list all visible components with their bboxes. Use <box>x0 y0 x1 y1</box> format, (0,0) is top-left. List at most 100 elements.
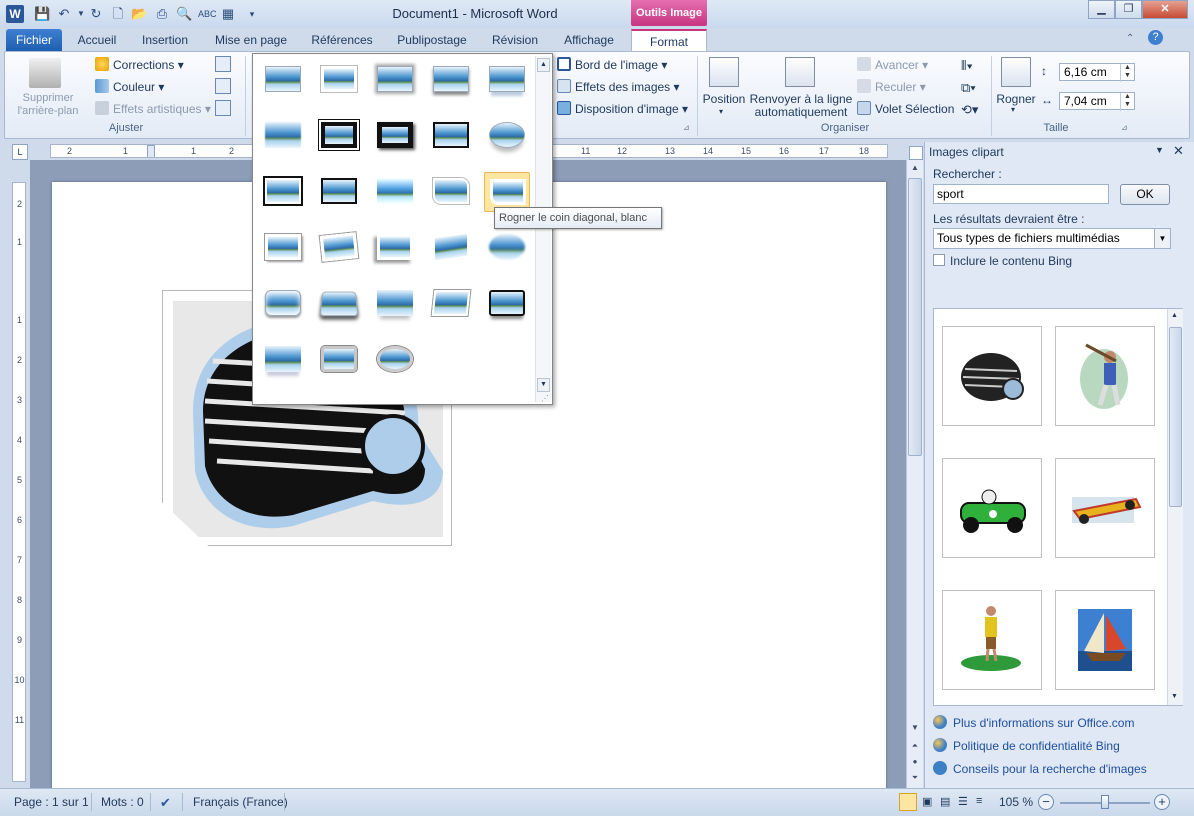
picture-effects-button[interactable]: Effets des images ▾ <box>557 79 680 94</box>
page-count[interactable]: Page : 1 sur 1 <box>14 795 89 809</box>
resize-grip-icon[interactable]: ⋰ <box>541 394 549 403</box>
send-backward-button[interactable]: Reculer ▾ <box>857 79 926 94</box>
close-button[interactable]: ✕ <box>1142 0 1188 19</box>
gallery-style-item[interactable] <box>428 284 474 324</box>
print-layout-icon[interactable] <box>899 793 917 811</box>
dialog-launcher-icon[interactable]: ⊿ <box>683 123 690 132</box>
gallery-style-item[interactable] <box>372 172 418 212</box>
bring-forward-button[interactable]: Avancer ▾ <box>857 57 928 72</box>
full-screen-reading-icon[interactable]: ▣ <box>922 795 932 808</box>
help-icon[interactable]: ? <box>1148 30 1163 45</box>
gallery-style-item[interactable] <box>484 284 530 324</box>
clipart-item-baseball-player[interactable] <box>1055 326 1155 426</box>
position-button[interactable]: Position <box>701 92 747 106</box>
web-layout-icon[interactable]: ▤ <box>940 795 950 808</box>
tab-mise-en-page[interactable]: Mise en page <box>206 29 296 51</box>
gallery-style-item[interactable] <box>260 284 306 324</box>
ok-button[interactable]: OK <box>1120 184 1170 205</box>
search-tips-link[interactable]: Conseils pour la recherche d'images <box>933 761 1147 776</box>
spelling-icon[interactable]: ABC <box>198 6 217 22</box>
save-icon[interactable]: 💾 <box>34 6 50 22</box>
clipart-scrollbar[interactable]: ▲ ▼ <box>1167 309 1183 705</box>
clipart-item-race-car-green[interactable] <box>942 458 1042 558</box>
gallery-style-item[interactable] <box>484 116 530 156</box>
minimize-button[interactable]: ▁ <box>1088 0 1115 19</box>
bing-privacy-link[interactable]: Politique de confidentialité Bing <box>933 738 1120 753</box>
align-icon[interactable]: ⫴▾ <box>961 58 973 74</box>
maximize-button[interactable]: ❐ <box>1115 0 1142 19</box>
scroll-thumb[interactable] <box>1169 327 1182 507</box>
tab-accueil[interactable]: Accueil <box>68 29 126 51</box>
gallery-style-item[interactable] <box>260 60 306 100</box>
chevron-down-icon[interactable]: ▼ <box>1154 229 1170 248</box>
gallery-style-item[interactable] <box>372 60 418 100</box>
gallery-scrollbar[interactable]: ▲ ▼ <box>535 56 551 402</box>
dialog-launcher-icon[interactable]: ⊿ <box>1121 123 1128 132</box>
vertical-scrollbar[interactable]: ▲ ▼ ⏶ ● ⏷ <box>906 160 923 788</box>
pane-close-icon[interactable]: ✕ <box>1173 143 1184 159</box>
scroll-up-icon[interactable]: ▲ <box>907 160 923 176</box>
new-document-icon[interactable]: 🗋 <box>110 6 126 22</box>
scroll-thumb[interactable] <box>908 178 922 456</box>
minimize-ribbon-icon[interactable]: ⌃ <box>1126 33 1140 45</box>
undo-dropdown-icon[interactable]: ▼ <box>73 6 89 22</box>
scroll-up-icon[interactable]: ▲ <box>537 58 550 72</box>
gallery-style-item[interactable] <box>316 284 362 324</box>
zoom-slider-thumb[interactable] <box>1101 795 1109 809</box>
remove-background-button[interactable]: Supprimer l'arrière-plan <box>13 92 83 118</box>
tab-references[interactable]: Références <box>304 29 380 51</box>
gallery-style-item[interactable] <box>428 228 474 268</box>
gallery-style-item[interactable] <box>428 116 474 156</box>
undo-icon[interactable]: ↶ <box>56 6 72 22</box>
picture-border-button[interactable]: Bord de l'image ▾ <box>557 57 667 72</box>
gallery-style-item[interactable] <box>484 228 530 268</box>
clipart-item-football-helmet[interactable] <box>942 326 1042 426</box>
print-preview-icon[interactable]: 🔍 <box>176 6 192 22</box>
artistic-effects-button[interactable]: Effets artistiques ▾ <box>95 101 211 116</box>
office-info-link[interactable]: Plus d'informations sur Office.com <box>933 715 1134 730</box>
previous-page-icon[interactable]: ⏶ <box>907 738 923 754</box>
gallery-style-item[interactable] <box>372 340 418 380</box>
gallery-style-item[interactable] <box>316 228 362 268</box>
spin-arrows-icon[interactable]: ▲ ▼ <box>1120 64 1134 82</box>
crop-button[interactable]: Rogner <box>995 92 1037 106</box>
gallery-style-item[interactable] <box>372 284 418 324</box>
gallery-style-item[interactable] <box>260 172 306 212</box>
include-bing-checkbox[interactable] <box>933 254 945 266</box>
gallery-style-item[interactable] <box>316 340 362 380</box>
tab-format[interactable]: Format <box>631 29 707 52</box>
height-spinner[interactable]: 6,16 cm ▲ ▼ <box>1059 63 1135 82</box>
wrap-text-button-line1[interactable]: Renvoyer à la ligne <box>749 92 853 106</box>
gallery-style-item[interactable] <box>372 228 418 268</box>
browse-object-icon[interactable]: ● <box>907 754 923 770</box>
gallery-style-item[interactable] <box>260 340 306 380</box>
reset-picture-icon[interactable] <box>215 100 231 116</box>
zoom-out-icon[interactable]: − <box>1038 794 1054 810</box>
gallery-style-item[interactable] <box>428 60 474 100</box>
print-icon[interactable]: ⎙ <box>154 6 170 22</box>
selection-pane-button[interactable]: Volet Sélection <box>857 101 954 116</box>
tab-publipostage[interactable]: Publipostage <box>388 29 476 51</box>
compress-pictures-icon[interactable] <box>215 56 231 72</box>
tab-affichage[interactable]: Affichage <box>554 29 624 51</box>
clipart-item-formula-car[interactable] <box>1055 458 1155 558</box>
picture-layout-button[interactable]: Disposition d'image ▾ <box>557 101 688 116</box>
tab-fichier[interactable]: Fichier <box>6 29 62 51</box>
gallery-style-item-selected[interactable] <box>484 172 530 212</box>
scroll-up-icon[interactable]: ▲ <box>1171 312 1178 319</box>
word-count[interactable]: Mots : 0 <box>101 795 144 809</box>
pane-options-icon[interactable]: ▼ <box>1155 145 1164 155</box>
group-icon[interactable]: ⧉▾ <box>961 80 976 96</box>
customize-qat-icon[interactable]: ▾ <box>244 6 260 22</box>
vertical-ruler[interactable]: 2 1 1 2 3 4 5 6 7 8 9 10 11 <box>12 182 26 782</box>
draft-icon[interactable]: ≡ <box>976 795 982 807</box>
gallery-style-item[interactable] <box>260 228 306 268</box>
gallery-style-item[interactable] <box>372 116 418 156</box>
view-ruler-icon[interactable] <box>909 146 923 160</box>
outline-icon[interactable]: ☰ <box>958 795 968 808</box>
corrections-button[interactable]: Corrections ▾ <box>95 57 184 72</box>
results-type-select[interactable]: Tous types de fichiers multimédias ▼ <box>933 228 1171 249</box>
wrap-text-button-line2[interactable]: automatiquement <box>749 105 853 119</box>
scroll-down-icon[interactable]: ▼ <box>537 378 550 392</box>
gallery-style-item[interactable] <box>316 116 362 156</box>
